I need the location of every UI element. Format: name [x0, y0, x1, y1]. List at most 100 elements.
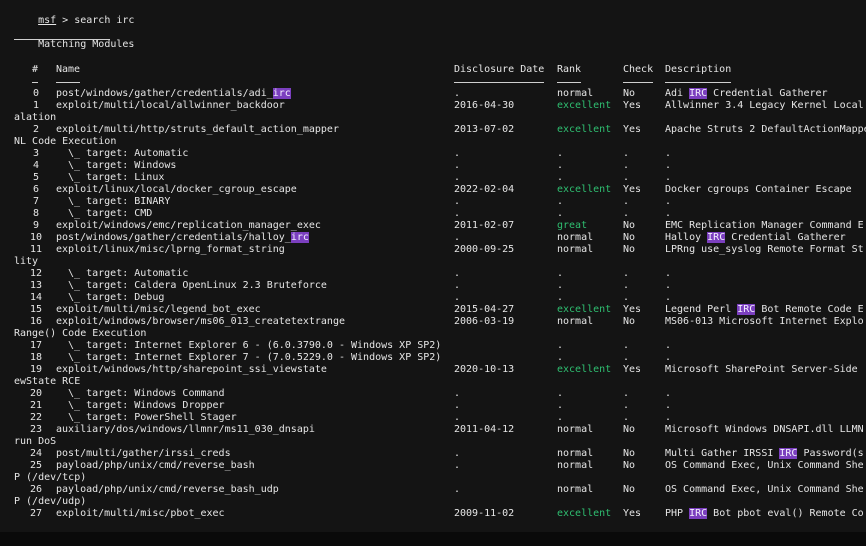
row-date: 2011-04-12	[454, 424, 515, 435]
row-check: No	[623, 424, 636, 435]
row-num: 16	[30, 316, 43, 327]
prompt-command: search irc	[74, 15, 135, 26]
row-description-text: .	[665, 196, 672, 207]
row-rank: excellent	[557, 100, 612, 111]
row-name: post/windows/gather/credentials/halloy_i…	[56, 232, 309, 244]
row-num: 3	[33, 148, 40, 159]
row-rank: normal	[557, 448, 594, 459]
row-num: 13	[30, 280, 43, 291]
row-num: 4	[33, 160, 40, 171]
row-date: .	[454, 148, 461, 159]
row-description: Allwinner 3.4 Legacy Kernel Local	[665, 100, 864, 112]
row-date: .	[454, 460, 461, 471]
row-check: Yes	[623, 100, 642, 111]
row-description: Microsoft Windows DNSAPI.dll LLMN	[665, 424, 864, 436]
row-date: 2015-04-27	[454, 304, 515, 315]
row-name: exploit/linux/misc/lprng_format_string	[56, 244, 285, 256]
row-rank: normal	[557, 232, 594, 243]
row-check: Yes	[623, 304, 642, 315]
table-row: 12 \_ target: Automatic....	[0, 268, 866, 280]
wrapped-line: Range() Code Execution	[0, 328, 866, 340]
table-row: 22 \_ target: PowerShell Stager....	[0, 412, 866, 424]
row-description-rest: Bot pbot eval() Remote Co	[707, 508, 864, 519]
table-row: 10 post/windows/gather/credentials/halloy…	[0, 232, 866, 244]
table-row: 23 auxiliary/dos/windows/llmnr/ms11_030_d…	[0, 424, 866, 436]
table-row: 14 \_ target: Debug....	[0, 292, 866, 304]
row-name-text: \_ target: Debug	[56, 292, 165, 303]
row-rank: excellent	[557, 508, 612, 519]
row-description: MS06-013 Microsoft Internet Explo	[665, 316, 864, 328]
row-check: .	[623, 412, 630, 423]
row-description-text: Legend Perl	[665, 304, 738, 315]
table-row: 27 exploit/multi/misc/pbot_exec 2009-11-02…	[0, 508, 866, 520]
row-name-text: \_ target: Internet Explorer 7 - (7.0.52…	[56, 352, 442, 363]
row-rank: normal	[557, 484, 594, 495]
header-rank: Rank	[557, 64, 582, 75]
header-check: Check	[623, 64, 654, 75]
row-description-text: Allwinner 3.4 Legacy Kernel Local	[665, 100, 864, 111]
row-date: .	[454, 172, 461, 183]
wrapped-text: ewState RCE	[14, 376, 81, 387]
row-check: .	[623, 208, 630, 219]
terminal-window[interactable]: msf > search irc Matching Modules # Name…	[0, 0, 866, 532]
row-name-text: \_ target: Windows	[56, 160, 177, 171]
row-date: 2009-11-02	[454, 508, 515, 519]
row-description: Legend Perl IRC Bot Remote Code E	[665, 304, 864, 316]
row-name: \_ target: CMD	[56, 208, 152, 220]
row-description: .	[665, 208, 671, 220]
table-row: 0 post/windows/gather/credentials/adi_irc…	[0, 88, 866, 100]
row-description-text: .	[665, 148, 672, 159]
row-rank: normal	[557, 244, 594, 255]
row-description: .	[665, 352, 671, 364]
matching-modules-heading: Matching Modules	[38, 39, 135, 50]
table-row: 7 \_ target: BINARY....	[0, 196, 866, 208]
row-rank: normal	[557, 88, 594, 99]
row-name-text: \_ target: Linux	[56, 172, 165, 183]
row-num: 1	[33, 100, 40, 111]
row-description-rest: Bot Remote Code E	[755, 304, 864, 315]
wrapped-line: alation	[0, 112, 866, 124]
row-num: 20	[30, 388, 43, 399]
wrapped-text: P (/dev/tcp)	[14, 472, 87, 483]
row-rank: .	[557, 160, 564, 171]
row-description-text: Apache Struts 2 DefaultActionMappe	[665, 124, 866, 135]
row-description-text: .	[665, 352, 672, 363]
row-check: .	[623, 340, 630, 351]
row-description: Microsoft SharePoint Server-Side	[665, 364, 858, 376]
row-description: .	[665, 388, 671, 400]
row-check: No	[623, 484, 636, 495]
row-name: exploit/multi/misc/pbot_exec	[56, 508, 225, 520]
row-date: .	[454, 280, 461, 291]
row-date: .	[454, 160, 461, 171]
row-description: .	[665, 292, 671, 304]
row-num: 19	[30, 364, 43, 375]
row-name: exploit/linux/local/docker_cgroup_escape	[56, 184, 297, 196]
row-name: \_ target: Automatic	[56, 148, 188, 160]
row-description: Apache Struts 2 DefaultActionMappe	[665, 124, 866, 136]
row-rank: .	[557, 412, 564, 423]
row-rank: .	[557, 388, 564, 399]
row-rank: excellent	[557, 364, 612, 375]
row-name-text: payload/php/unix/cmd/reverse_bash	[56, 460, 255, 471]
row-rank: .	[557, 148, 564, 159]
table-row: 1 exploit/multi/local/allwinner_backdoor 2…	[0, 100, 866, 112]
header-description: Description	[665, 64, 732, 75]
row-date: .	[454, 268, 461, 279]
row-check: Yes	[623, 124, 642, 135]
row-check: No	[623, 316, 636, 327]
row-check: .	[623, 352, 630, 363]
wrapped-line: P (/dev/udp)	[0, 496, 866, 508]
row-num: 0	[33, 88, 40, 99]
row-name: \_ target: Windows Command	[56, 388, 225, 400]
row-name-text: exploit/linux/misc/lprng_format_string	[56, 244, 285, 255]
row-name-text: \_ target: Windows Dropper	[56, 400, 225, 411]
row-description-highlight: IRC	[737, 304, 756, 315]
row-check: No	[623, 448, 636, 459]
row-date: .	[454, 400, 461, 411]
row-name: payload/php/unix/cmd/reverse_bash	[56, 460, 255, 472]
row-name: exploit/multi/local/allwinner_backdoor	[56, 100, 285, 112]
row-name: \_ target: Automatic	[56, 268, 188, 280]
table-row: 21 \_ target: Windows Dropper....	[0, 400, 866, 412]
row-date: .	[454, 412, 461, 423]
row-description-text: .	[665, 280, 672, 291]
